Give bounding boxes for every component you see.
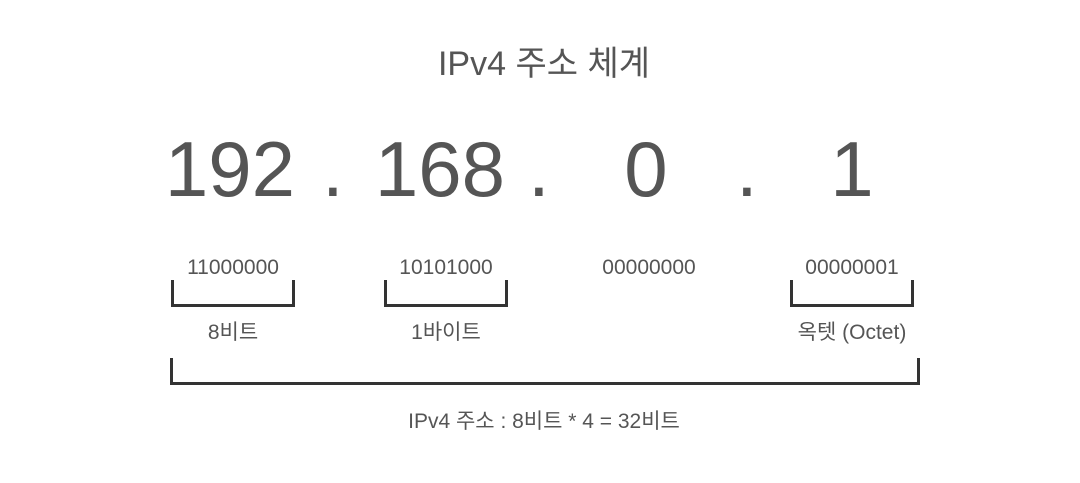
octet-2-decimal: 168 — [374, 125, 506, 213]
octet-separator-1: . — [322, 125, 344, 213]
byte-label: 1바이트 — [411, 321, 481, 344]
octet-separator-3: . — [736, 125, 758, 213]
octet-1-bracket — [171, 280, 295, 307]
summary-text: IPv4 주소 : 8비트 * 4 = 32비트 — [408, 410, 680, 433]
octet-1-decimal: 192 — [164, 125, 296, 213]
octet-3-decimal: 0 — [624, 125, 668, 213]
octet-label: 옥텟 (Octet) — [797, 321, 907, 344]
octet-4-bracket — [790, 280, 914, 307]
diagram-title: IPv4 주소 체계 — [437, 45, 651, 83]
octet-4-binary: 00000001 — [805, 256, 899, 279]
octet-4-decimal: 1 — [830, 125, 874, 213]
octet-2-bracket — [384, 280, 508, 307]
bits-label: 8비트 — [207, 321, 259, 344]
octet-2-binary: 10101000 — [399, 256, 493, 279]
octet-separator-2: . — [528, 125, 550, 213]
address-bracket — [170, 358, 920, 385]
octet-3-binary: 00000000 — [602, 256, 696, 279]
octet-1-binary: 11000000 — [187, 256, 279, 279]
